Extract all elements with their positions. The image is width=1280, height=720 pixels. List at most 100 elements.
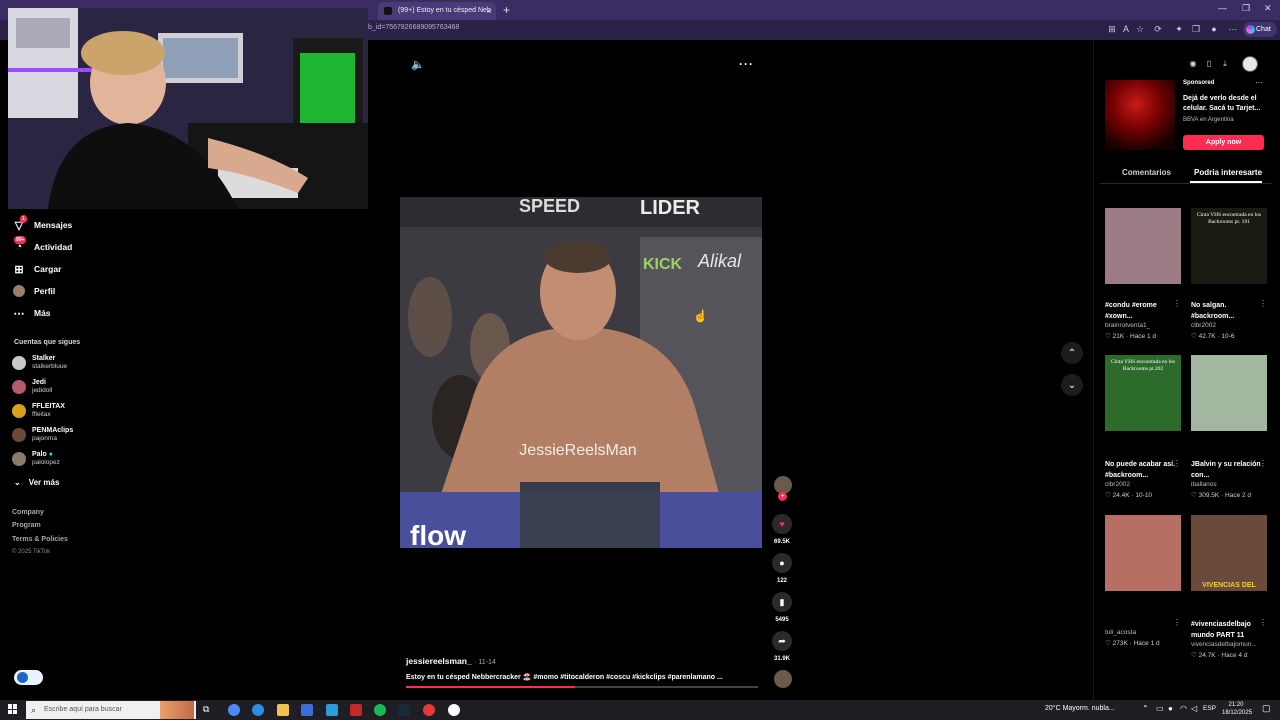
footer-link-terms[interactable]: Terms & Policies: [12, 536, 68, 543]
weather-widget[interactable]: 20°C Mayorm. nubla...: [1045, 705, 1115, 712]
recommended-video-thumbnail[interactable]: VIVENCIAS DEL: [1191, 515, 1267, 591]
see-more-button[interactable]: ⌄ Ver más: [14, 473, 59, 491]
recommended-video-thumbnail[interactable]: Cinta VHS encontrada en los Backrooms pt…: [1105, 355, 1181, 431]
copilot-icon[interactable]: [228, 704, 240, 716]
refresh-icon[interactable]: ⟳: [1153, 24, 1163, 34]
sidebar-item-actividad[interactable]: ◔ 99+ Actividad: [12, 236, 72, 256]
card-more-icon[interactable]: ⋮: [1259, 459, 1267, 468]
file-explorer-icon[interactable]: [277, 704, 289, 716]
profile-avatar-icon[interactable]: ●: [1209, 24, 1219, 34]
footer-link-program[interactable]: Program: [12, 522, 41, 529]
tray-chevron-icon[interactable]: ⌃: [1142, 704, 1149, 713]
music-disc-icon[interactable]: [774, 670, 792, 688]
language-indicator[interactable]: ESP: [1203, 705, 1216, 712]
url-field[interactable]: b_id=7567826689095763468: [368, 24, 459, 31]
video-author[interactable]: jessiereelsman_ · 11-14: [406, 656, 496, 666]
following-account[interactable]: FFLEITAX ffleitax: [12, 401, 65, 421]
card-more-icon[interactable]: ⋮: [1259, 618, 1267, 627]
following-account[interactable]: Jedi jedidoll: [12, 377, 52, 397]
card-more-icon[interactable]: ⋮: [1173, 459, 1181, 468]
profile-icon[interactable]: [1242, 56, 1258, 72]
store-icon[interactable]: [301, 704, 313, 716]
recommended-video-thumbnail[interactable]: [1191, 355, 1267, 431]
tab-podria-interesarte[interactable]: Podría interesarte: [1194, 168, 1262, 177]
ad-apply-button[interactable]: Apply now: [1183, 135, 1264, 150]
previous-video-button[interactable]: ⌃: [1061, 342, 1083, 364]
collections-icon[interactable]: ❒: [1191, 24, 1201, 34]
minimize-icon[interactable]: —: [1218, 3, 1227, 13]
recommended-video-user[interactable]: brainrotventa1_: [1105, 322, 1185, 329]
tab-comentarios[interactable]: Comentarios: [1122, 168, 1171, 177]
sidebar-item-mas[interactable]: ⋯ Más: [12, 304, 51, 322]
comment-icon[interactable]: ●: [772, 553, 792, 573]
following-account[interactable]: Palo ● palolopez: [12, 449, 60, 469]
video-more-icon[interactable]: ···: [739, 57, 754, 71]
tab-close-icon[interactable]: ×: [487, 2, 492, 20]
recommended-video-title[interactable]: JBalvin y su relación con...: [1191, 459, 1269, 481]
steam-icon[interactable]: [398, 704, 410, 716]
spotify-icon[interactable]: [374, 704, 386, 716]
following-account[interactable]: Stalker stalkerbluue: [12, 353, 67, 373]
windows-start-icon[interactable]: [8, 704, 18, 714]
edge-browser-icon[interactable]: [252, 704, 264, 716]
taskbar-clock[interactable]: 21:20 18/12/2025: [1222, 701, 1252, 717]
wifi-icon[interactable]: ◠: [1180, 704, 1187, 713]
video-caption[interactable]: Estoy en tu césped Nebbercracker 🏖️ #mom…: [406, 673, 723, 681]
recommended-video-title[interactable]: No salgan. #backroom...: [1191, 300, 1269, 322]
recommended-video-user[interactable]: clbr2002: [1191, 322, 1271, 329]
video-player[interactable]: SPEED LIDER KICK Alikal JessieReelsMan f…: [400, 197, 762, 548]
recommended-video-thumbnail[interactable]: Cinta VHS encontrada en los Backrooms pt…: [1191, 208, 1267, 284]
card-more-icon[interactable]: ⋮: [1259, 299, 1267, 308]
extensions-icon[interactable]: ✦: [1174, 24, 1184, 34]
get-app-button[interactable]: [14, 670, 43, 685]
video-progress-bar[interactable]: [406, 686, 758, 688]
discord-icon[interactable]: [448, 704, 460, 716]
volume-tray-icon[interactable]: ◁: [1191, 704, 1197, 713]
ad-image[interactable]: [1105, 80, 1175, 150]
follow-plus-icon[interactable]: +: [778, 492, 787, 501]
recommended-video-title[interactable]: #vivenciasdelbajo mundo PART 11: [1191, 619, 1269, 641]
footer-link-company[interactable]: Company: [12, 509, 44, 516]
favorite-star-icon[interactable]: ☆: [1135, 24, 1145, 34]
compass-icon[interactable]: ◉: [1187, 58, 1199, 70]
sidebar-item-cargar[interactable]: ⊞ Cargar: [12, 260, 61, 278]
translate-icon[interactable]: A: [1121, 24, 1131, 34]
sidebar-item-mensajes[interactable]: ▽ 1 Mensajes: [12, 215, 72, 234]
download-icon[interactable]: ⤓: [1219, 58, 1231, 70]
phone-icon[interactable]: ▯: [1203, 58, 1215, 70]
recommended-video-title[interactable]: No puede acabar así. #backroom...: [1105, 459, 1183, 481]
menu-ellipsis-icon[interactable]: ⋯: [1228, 24, 1238, 34]
ad-more-icon[interactable]: ⋯: [1255, 78, 1263, 87]
next-video-button[interactable]: ⌄: [1061, 374, 1083, 396]
volume-icon[interactable]: 🔈: [411, 58, 425, 71]
recommended-video-user[interactable]: vivenciasdelbajomun...: [1191, 641, 1271, 648]
tab-active[interactable]: (99+) Estoy en tu césped Neb ×: [378, 2, 496, 20]
install-app-icon[interactable]: ⊞: [1107, 24, 1117, 34]
card-more-icon[interactable]: ⋮: [1173, 618, 1181, 627]
share-arrow-icon[interactable]: ➦: [772, 631, 792, 651]
recommended-video-user[interactable]: tuli_acosta: [1105, 629, 1185, 636]
recommended-video-thumbnail[interactable]: [1105, 208, 1181, 284]
recommended-video-stats: ♡ 42.7K · 10-6: [1191, 333, 1235, 340]
mic-icon[interactable]: ●: [1168, 704, 1173, 713]
maximize-icon[interactable]: ❐: [1242, 3, 1250, 14]
recommended-video-user[interactable]: iballanos: [1191, 481, 1271, 488]
recommended-video-title[interactable]: #condu #erome #xown...: [1105, 300, 1183, 322]
recommended-video-thumbnail[interactable]: [1105, 515, 1181, 591]
recommended-video-user[interactable]: clbr2002: [1105, 481, 1185, 488]
notifications-icon[interactable]: ▢: [1262, 703, 1271, 714]
like-heart-icon[interactable]: ♥: [772, 514, 792, 534]
app-red-icon[interactable]: [350, 704, 362, 716]
obs-icon[interactable]: [423, 704, 435, 716]
ad-title[interactable]: Dejá de verlo desde el celular. Sacá tu …: [1183, 94, 1267, 114]
new-tab-button[interactable]: +: [503, 2, 517, 18]
copilot-chat-button[interactable]: Chat: [1243, 22, 1277, 37]
following-account[interactable]: PENMAclips pajonma: [12, 425, 73, 445]
network-icon[interactable]: ▭: [1156, 704, 1164, 713]
close-window-icon[interactable]: ✕: [1264, 3, 1272, 14]
bookmark-icon[interactable]: ▮: [772, 592, 792, 612]
task-view-icon[interactable]: ⧉: [203, 704, 215, 716]
mail-icon[interactable]: [326, 704, 338, 716]
card-more-icon[interactable]: ⋮: [1173, 299, 1181, 308]
sidebar-item-perfil[interactable]: Perfil: [12, 282, 55, 300]
